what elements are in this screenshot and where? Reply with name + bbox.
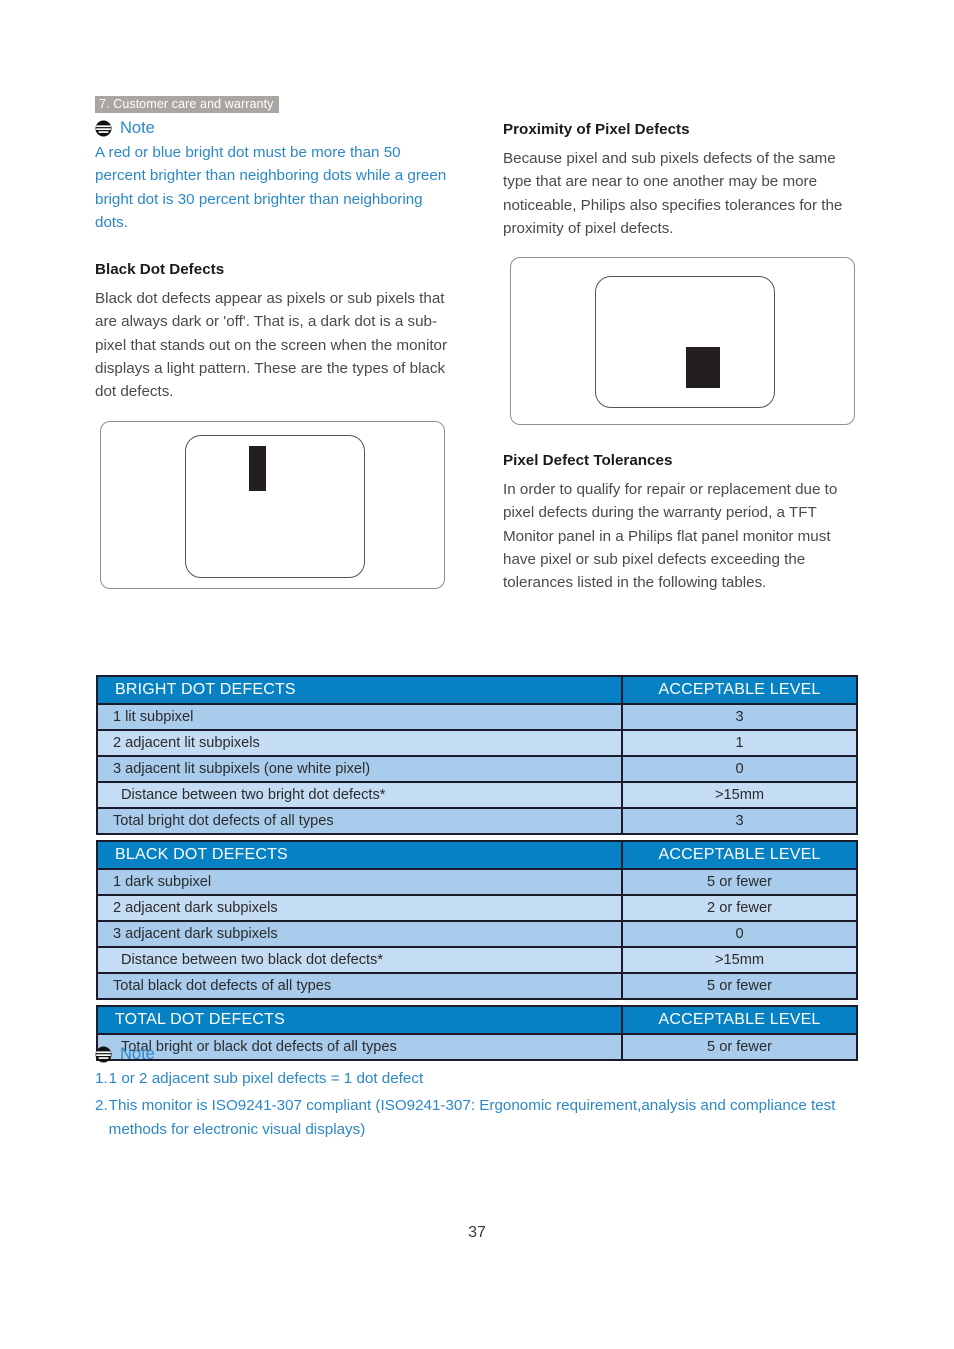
note-label: Note [120,1045,155,1063]
table-cell-label: Total bright dot defects of all types [96,807,623,835]
heading-pixel-defect-tolerances: Pixel Defect Tolerances [503,452,673,470]
heading-proximity-of-pixel-defects: Proximity of Pixel Defects [503,121,690,138]
proximity-defect-diagram [510,257,855,426]
table-cell-value: >15mm [621,946,858,974]
table-cell-value: >15mm [621,781,858,809]
heading-black-dot-defects: Black Dot Defects [95,261,225,279]
note-header-top: Note [95,120,455,137]
table-cell-label: 2 adjacent lit subpixels [96,729,623,757]
table-row: 2 adjacent dark subpixels 2 or fewer [96,894,858,922]
list-item-number: 1. [95,1070,108,1087]
table-cell-label: Distance between two bright dot defects* [96,781,623,809]
table-cell-value: 5 or fewer [621,972,858,1000]
table-row: Total bright dot defects of all types 3 [96,807,858,835]
table-cell-value: 3 [621,703,858,731]
note-block-bottom: Note 1. 1 or 2 adjacent sub pixel defect… [95,1046,865,1145]
paragraph-pixel-defect-tolerances: In order to qualify for repair or replac… [503,481,838,592]
note-text-top: A red or blue bright dot must be more th… [95,144,447,231]
note-label: Note [120,119,155,137]
table-cell-value: 2 or fewer [621,894,858,922]
table-row: Distance between two bright dot defects*… [96,781,858,809]
table-cell-label: 2 adjacent dark subpixels [96,894,623,922]
table-cell-label: 3 adjacent lit subpixels (one white pixe… [96,755,623,783]
table-row: 3 adjacent dark subpixels 0 [96,920,858,948]
section-header-tag: 7. Customer care and warranty [95,96,279,113]
table-row: 1 lit subpixel 3 [96,703,858,731]
monitor-screen-outline [595,276,775,409]
table-cell-label: 3 adjacent dark subpixels [96,920,623,948]
table-row: 3 adjacent lit subpixels (one white pixe… [96,755,858,783]
dot-defect-tables: BRIGHT DOT DEFECTS ACCEPTABLE LEVEL 1 li… [96,675,858,1061]
paragraph-black-dot-defects: Black dot defects appear as pixels or su… [95,290,448,401]
table-header-title: BLACK DOT DEFECTS [96,840,623,870]
table-row: Distance between two black dot defects* … [96,946,858,974]
table-cell-value: 5 or fewer [621,868,858,896]
table-bright-dot-defects: BRIGHT DOT DEFECTS ACCEPTABLE LEVEL 1 li… [96,675,858,835]
note-body-top: A red or blue bright dot must be more th… [95,141,455,234]
right-column: Proximity of Pixel Defects Because pixel… [503,120,863,595]
table-header-row: BLACK DOT DEFECTS ACCEPTABLE LEVEL [96,840,858,870]
black-dot-defect-diagram [100,420,445,589]
list-item: 1. 1 or 2 adjacent sub pixel defects = 1… [95,1067,865,1091]
table-header-row: BRIGHT DOT DEFECTS ACCEPTABLE LEVEL [96,675,858,705]
table-header-row: TOTAL DOT DEFECTS ACCEPTABLE LEVEL [96,1005,858,1035]
paragraph-proximity-of-pixel-defects: Because pixel and sub pixels defects of … [503,150,843,237]
note-list: 1. 1 or 2 adjacent sub pixel defects = 1… [95,1067,865,1142]
list-item: 2. This monitor is ISO9241-307 compliant… [95,1094,865,1142]
list-item-text: This monitor is ISO9241-307 compliant (I… [108,1097,836,1138]
table-cell-label: 1 lit subpixel [96,703,623,731]
table-row: 1 dark subpixel 5 or fewer [96,868,858,896]
table-header-title: BRIGHT DOT DEFECTS [96,675,623,705]
table-cell-value: 1 [621,729,858,757]
note-header-bottom: Note [95,1046,865,1063]
table-cell-value: 0 [621,755,858,783]
table-row: Total black dot defects of all types 5 o… [96,972,858,1000]
defect-dot-mark [686,347,720,389]
defect-dot-mark [249,445,266,491]
document-page: 7. Customer care and warranty Note A red… [0,0,954,1349]
table-cell-label: Total black dot defects of all types [96,972,623,1000]
table-header-level: ACCEPTABLE LEVEL [621,675,858,705]
note-icon [95,1046,112,1063]
table-black-dot-defects: BLACK DOT DEFECTS ACCEPTABLE LEVEL 1 dar… [96,840,858,1000]
left-column: Note A red or blue bright dot must be mo… [95,120,455,589]
table-header-level: ACCEPTABLE LEVEL [621,840,858,870]
table-header-title: TOTAL DOT DEFECTS [96,1005,623,1035]
table-cell-value: 3 [621,807,858,835]
table-cell-label: Distance between two black dot defects* [96,946,623,974]
page-number: 37 [468,1224,486,1241]
list-item-number: 2. [95,1097,108,1114]
monitor-screen-outline [185,434,365,578]
table-cell-label: 1 dark subpixel [96,868,623,896]
table-cell-value: 0 [621,920,858,948]
table-row: 2 adjacent lit subpixels 1 [96,729,858,757]
list-item-text: 1 or 2 adjacent sub pixel defects = 1 do… [108,1070,424,1087]
table-header-level: ACCEPTABLE LEVEL [621,1005,858,1035]
note-icon [95,120,112,137]
